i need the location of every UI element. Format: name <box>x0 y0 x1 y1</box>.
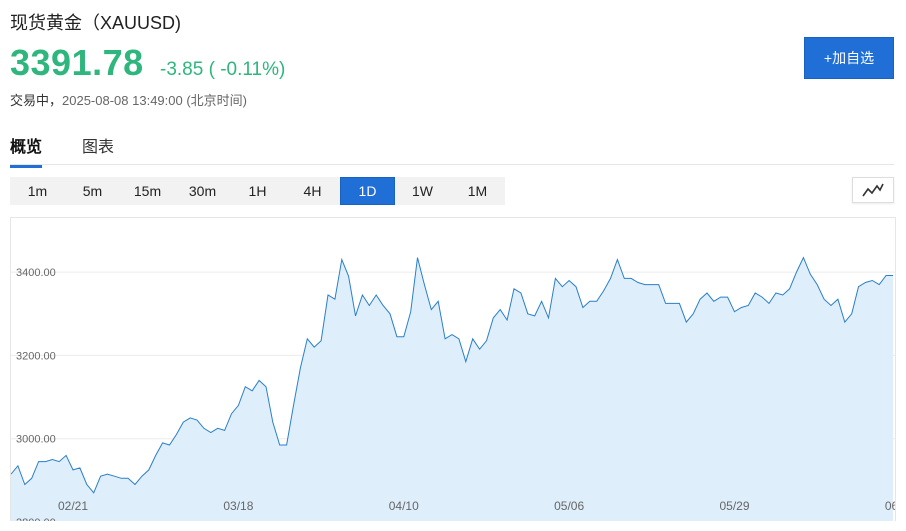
tab-chart[interactable]: 图表 <box>82 133 114 165</box>
period-5m[interactable]: 5m <box>65 177 120 205</box>
add-watchlist-button[interactable]: +加自选 <box>804 37 894 79</box>
period-4h[interactable]: 4H <box>285 177 340 205</box>
x-tick-label: 06/23 <box>885 499 896 513</box>
chart-type-button[interactable] <box>852 177 894 203</box>
line-chart-icon <box>862 183 884 197</box>
period-1w[interactable]: 1W <box>395 177 450 205</box>
price-chart-svg: 3400.00 3200.00 3000.00 2800.0002/21 03/18 04… <box>11 256 896 521</box>
period-1h[interactable]: 1H <box>230 177 285 205</box>
price-chart: 3400.00 3200.00 3000.00 2800.0002/21 03/18 04… <box>10 217 896 521</box>
y-tick-label: 2800.00 <box>16 517 56 521</box>
tab-bar: 概览 图表 <box>10 128 894 168</box>
y-tick-label: 3200.00 <box>16 350 56 362</box>
period-1d[interactable]: 1D <box>340 177 395 205</box>
x-tick-label: 03/18 <box>223 499 253 513</box>
trading-status: 交易中，2025-08-08 13:49:00 (北京时间) <box>10 90 247 109</box>
price-change: -3.85 ( -0.11%) <box>160 59 286 80</box>
period-15m[interactable]: 15m <box>120 177 175 205</box>
tab-overview[interactable]: 概览 <box>10 133 43 168</box>
x-tick-label: 04/10 <box>389 499 419 513</box>
period-selector: 1m 5m 15m 30m 1H 4H 1D 1W 1M <box>10 177 505 205</box>
instrument-title: 现货黄金（XAUUSD) <box>10 13 182 33</box>
period-30m[interactable]: 30m <box>175 177 230 205</box>
x-tick-label: 02/21 <box>58 499 88 513</box>
x-tick-label: 05/29 <box>720 499 750 513</box>
price-area <box>11 257 893 521</box>
x-tick-label: 05/06 <box>554 499 584 513</box>
last-price: 3391.78 <box>10 42 144 83</box>
period-1mo[interactable]: 1M <box>450 177 505 205</box>
period-1m[interactable]: 1m <box>10 177 65 205</box>
y-tick-label: 3000.00 <box>16 434 56 446</box>
status-label: 交易中， <box>10 93 63 108</box>
timestamp: 2025-08-08 13:49:00 (北京时间) <box>62 93 247 108</box>
y-tick-label: 3400.00 <box>16 267 56 279</box>
